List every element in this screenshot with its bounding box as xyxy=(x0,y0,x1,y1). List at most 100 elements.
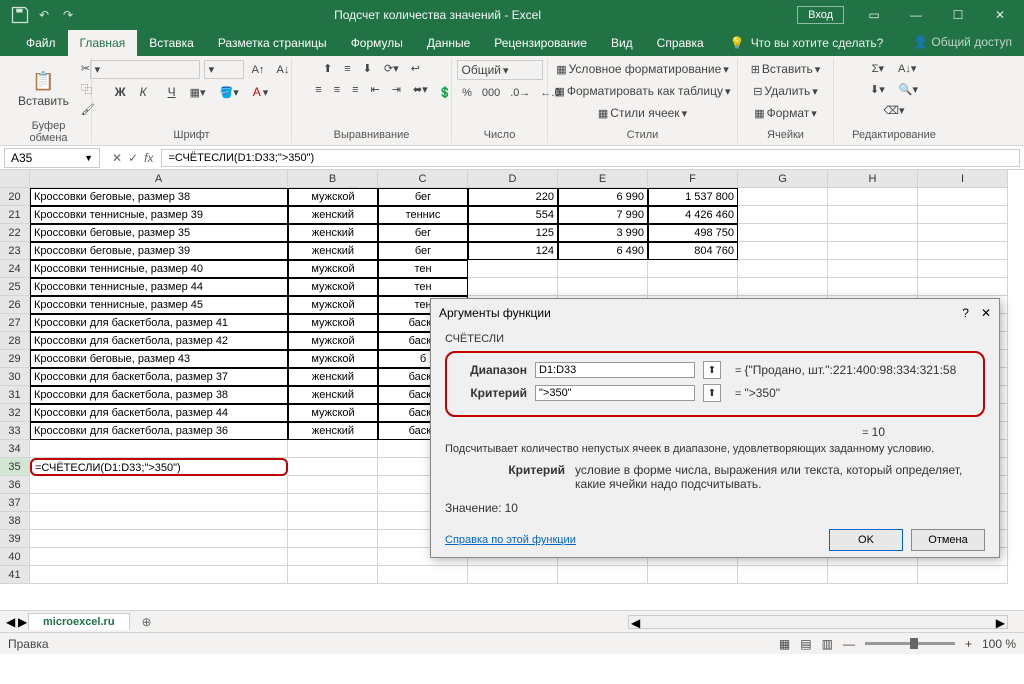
view-normal-icon[interactable]: ▦ xyxy=(779,637,790,651)
format-cells[interactable]: ▦ Формат ▾ xyxy=(750,104,821,122)
row-header[interactable]: 35 xyxy=(0,458,30,476)
cell[interactable] xyxy=(918,206,1008,224)
font-color-icon[interactable]: A▾ xyxy=(249,83,273,101)
cell[interactable] xyxy=(828,224,918,242)
bold-icon[interactable]: Ж xyxy=(111,83,130,101)
cell[interactable] xyxy=(30,476,288,494)
cell[interactable]: 125 xyxy=(468,224,558,242)
cell[interactable]: 1 537 800 xyxy=(648,188,738,206)
range-picker-icon[interactable]: ⬆ xyxy=(703,361,721,379)
tab-formulas[interactable]: Формулы xyxy=(339,30,415,56)
cell[interactable]: 220 xyxy=(468,188,558,206)
col-header[interactable]: H xyxy=(828,170,918,188)
col-header[interactable]: D xyxy=(468,170,558,188)
shrink-font-icon[interactable]: A↓ xyxy=(273,60,294,79)
row-header[interactable]: 34 xyxy=(0,440,30,458)
cell[interactable]: Кроссовки теннисные, размер 45 xyxy=(30,296,288,314)
border-icon[interactable]: ▦▾ xyxy=(186,83,210,101)
cell[interactable]: 6 490 xyxy=(558,242,648,260)
share-button[interactable]: 👤 Общий доступ xyxy=(913,35,1012,49)
cell[interactable]: Кроссовки для баскетбола, размер 42 xyxy=(30,332,288,350)
tell-me[interactable]: 💡Что вы хотите сделать? xyxy=(720,30,894,56)
tab-insert[interactable]: Вставка xyxy=(137,30,206,56)
tab-file[interactable]: Файл xyxy=(14,30,68,56)
dialog-titlebar[interactable]: Аргументы функции ?✕ xyxy=(431,299,999,327)
cell[interactable]: мужской xyxy=(288,260,378,278)
cell[interactable]: теннис xyxy=(378,206,468,224)
cell[interactable] xyxy=(918,566,1008,584)
cell[interactable] xyxy=(30,440,288,458)
cell-styles[interactable]: ▦ Стили ячеек ▾ xyxy=(594,104,691,122)
cell[interactable]: тен xyxy=(378,278,468,296)
cell[interactable]: Кроссовки беговые, размер 39 xyxy=(30,242,288,260)
help-icon[interactable]: ? xyxy=(962,306,969,320)
cell[interactable] xyxy=(738,242,828,260)
cell[interactable]: мужской xyxy=(288,278,378,296)
tab-data[interactable]: Данные xyxy=(415,30,482,56)
cell[interactable]: бег xyxy=(378,224,468,242)
cell[interactable]: тен xyxy=(378,260,468,278)
formula-bar[interactable]: =СЧЁТЕСЛИ(D1:D33;">350") xyxy=(161,149,1020,167)
row-header[interactable]: 23 xyxy=(0,242,30,260)
cell[interactable] xyxy=(918,278,1008,296)
minimize-icon[interactable]: — xyxy=(896,1,936,29)
cell[interactable] xyxy=(30,548,288,566)
row-header[interactable]: 27 xyxy=(0,314,30,332)
number-format[interactable]: Общий ▾ xyxy=(457,60,543,80)
cell[interactable]: Кроссовки для баскетбола, размер 44 xyxy=(30,404,288,422)
redo-icon[interactable]: ↷ xyxy=(58,5,78,25)
row-header[interactable]: 38 xyxy=(0,512,30,530)
cell[interactable] xyxy=(288,530,378,548)
cell[interactable]: Кроссовки беговые, размер 43 xyxy=(30,350,288,368)
cell[interactable]: женский xyxy=(288,224,378,242)
cell[interactable] xyxy=(738,566,828,584)
tab-view[interactable]: Вид xyxy=(599,30,645,56)
cell[interactable]: мужской xyxy=(288,188,378,206)
dialog-close-icon[interactable]: ✕ xyxy=(981,306,991,320)
close-icon[interactable]: ✕ xyxy=(980,1,1020,29)
align-top-icon[interactable]: ⬆ xyxy=(319,60,336,77)
cell[interactable]: 804 760 xyxy=(648,242,738,260)
cell[interactable] xyxy=(738,278,828,296)
paste-button[interactable]: 📋Вставить xyxy=(14,69,73,110)
cell[interactable] xyxy=(738,188,828,206)
cell[interactable]: бег xyxy=(378,188,468,206)
cell[interactable] xyxy=(918,188,1008,206)
currency-icon[interactable]: 💲 xyxy=(434,84,456,101)
cell[interactable]: 6 990 xyxy=(558,188,648,206)
cell[interactable] xyxy=(648,260,738,278)
row-header[interactable]: 24 xyxy=(0,260,30,278)
col-header[interactable]: E xyxy=(558,170,648,188)
row-header[interactable]: 41 xyxy=(0,566,30,584)
row-header[interactable]: 20 xyxy=(0,188,30,206)
cell[interactable] xyxy=(918,242,1008,260)
fill-color-icon[interactable]: 🪣▾ xyxy=(216,83,243,101)
col-header[interactable]: C xyxy=(378,170,468,188)
align-left-icon[interactable]: ≡ xyxy=(311,81,325,98)
col-header[interactable]: B xyxy=(288,170,378,188)
grow-font-icon[interactable]: A↑ xyxy=(248,60,269,79)
percent-icon[interactable]: % xyxy=(458,84,476,101)
ok-button[interactable]: OK xyxy=(829,529,903,551)
view-pagebreak-icon[interactable]: ▥ xyxy=(822,637,833,651)
account-button[interactable]: Вход xyxy=(797,6,844,24)
cancel-formula-icon[interactable]: ✕ xyxy=(112,151,122,165)
row-header[interactable]: 39 xyxy=(0,530,30,548)
horizontal-scrollbar[interactable]: ◀▶ xyxy=(628,615,1008,629)
col-header[interactable]: A xyxy=(30,170,288,188)
cell[interactable] xyxy=(468,260,558,278)
font-family[interactable]: ▾ xyxy=(90,60,200,79)
tab-layout[interactable]: Разметка страницы xyxy=(206,30,339,56)
italic-icon[interactable]: К xyxy=(136,83,158,101)
cell[interactable]: 3 990 xyxy=(558,224,648,242)
cell[interactable] xyxy=(828,188,918,206)
indent-inc-icon[interactable]: ⇥ xyxy=(388,81,405,98)
cell[interactable] xyxy=(738,206,828,224)
cell[interactable]: мужской xyxy=(288,404,378,422)
cell[interactable] xyxy=(738,260,828,278)
tab-help[interactable]: Справка xyxy=(645,30,716,56)
sheet-nav-next-icon[interactable]: ▶ xyxy=(18,615,27,629)
tab-home[interactable]: Главная xyxy=(68,30,138,56)
align-middle-icon[interactable]: ≡ xyxy=(340,60,354,77)
cell[interactable]: женский xyxy=(288,368,378,386)
